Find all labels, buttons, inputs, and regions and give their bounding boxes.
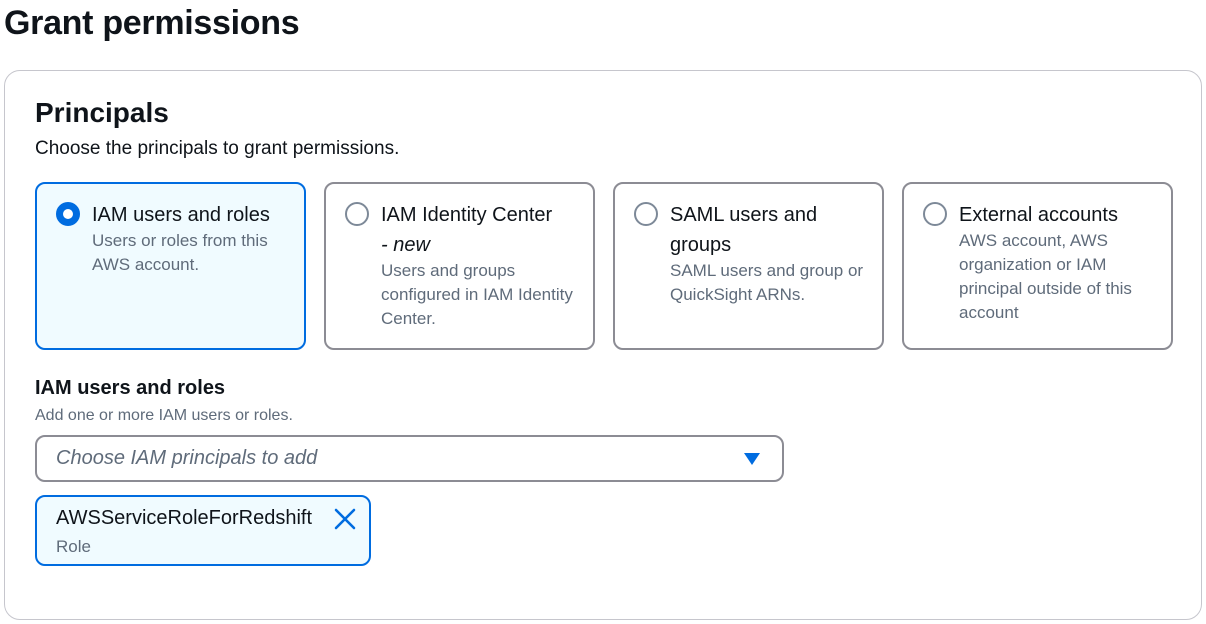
- tile-label-text: IAM Identity Center: [381, 204, 552, 226]
- token-name: AWSServiceRoleForRedshift: [56, 507, 312, 530]
- tile-label: IAM users and roles: [92, 200, 292, 230]
- iam-principals-select[interactable]: Choose IAM principals to add: [35, 435, 784, 482]
- select-placeholder: Choose IAM principals to add: [56, 447, 317, 470]
- principals-panel: Principals Choose the principals to gran…: [4, 70, 1202, 620]
- tile-label-suffix: - new: [381, 234, 430, 256]
- radio-iam-users-and-roles[interactable]: [56, 202, 80, 226]
- tile-description: Users or roles from this AWS account.: [92, 229, 292, 277]
- page-title: Grant permissions: [4, 4, 299, 43]
- tile-label: SAML users and groups: [670, 200, 870, 260]
- tile-label: External accounts: [959, 200, 1159, 230]
- token-type: Role: [56, 537, 91, 557]
- iam-field-hint: Add one or more IAM users or roles.: [35, 407, 293, 425]
- tile-label: IAM Identity Center - new: [381, 200, 581, 260]
- tile-saml-users-and-groups[interactable]: SAML users and groups SAML users and gro…: [613, 182, 884, 350]
- tile-iam-users-and-roles[interactable]: IAM users and roles Users or roles from …: [35, 182, 306, 350]
- tile-label-text: SAML users and groups: [670, 204, 817, 256]
- tile-label-text: IAM users and roles: [92, 204, 270, 226]
- close-icon[interactable]: [333, 507, 357, 531]
- tile-iam-identity-center[interactable]: IAM Identity Center - new Users and grou…: [324, 182, 595, 350]
- principals-title: Principals: [35, 97, 169, 129]
- tile-external-accounts[interactable]: External accounts AWS account, AWS organ…: [902, 182, 1173, 350]
- iam-field-label: IAM users and roles: [35, 377, 225, 400]
- caret-down-icon: [744, 453, 760, 465]
- radio-external-accounts[interactable]: [923, 202, 947, 226]
- principals-description: Choose the principals to grant permissio…: [35, 138, 399, 160]
- principal-token: AWSServiceRoleForRedshift Role: [35, 495, 371, 566]
- radio-saml-users-and-groups[interactable]: [634, 202, 658, 226]
- tile-description: AWS account, AWS organization or IAM pri…: [959, 229, 1159, 325]
- tile-description: SAML users and group or QuickSight ARNs.: [670, 259, 870, 307]
- radio-iam-identity-center[interactable]: [345, 202, 369, 226]
- tile-description: Users and groups configured in IAM Ident…: [381, 259, 581, 331]
- principal-type-tiles: IAM users and roles Users or roles from …: [35, 182, 1173, 350]
- tile-label-text: External accounts: [959, 204, 1118, 226]
